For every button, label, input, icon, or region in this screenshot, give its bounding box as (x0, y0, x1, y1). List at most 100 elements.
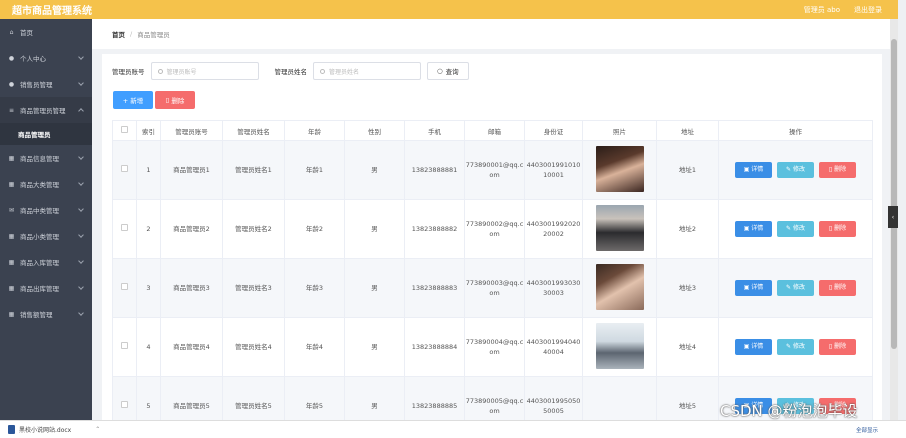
cell-address: 地址3 (656, 258, 719, 318)
edit-icon: ✎ (786, 225, 793, 232)
sidebar-item-stock-in[interactable]: ▦ 商品入库管理 (0, 249, 92, 275)
cell-name: 管理员姓名2 (222, 199, 285, 259)
edit-button[interactable]: ✎ 修改 (777, 339, 814, 355)
logout-link[interactable]: 退出登录 (854, 5, 882, 15)
chevron-down-icon (78, 54, 84, 60)
chevron-down-icon (78, 310, 84, 316)
sidebar-item-home[interactable]: ⌂ 首页 (0, 19, 92, 45)
cell-idcard: 440300199404040004 (524, 317, 583, 377)
cell-account: 商品管理员1 (160, 140, 223, 200)
cell-phone: 13823888881 (404, 140, 465, 200)
cell-address: 地址2 (656, 199, 719, 259)
batch-delete-button[interactable]: ▯ 删除 (155, 91, 195, 109)
row-checkbox[interactable] (121, 342, 128, 349)
cell-account: 商品管理员4 (160, 317, 223, 377)
search-icon: ○ (437, 67, 443, 75)
cell-account: 商品管理员3 (160, 258, 223, 318)
row-checkbox[interactable] (121, 165, 128, 172)
search-icon (320, 68, 325, 74)
edit-button[interactable]: ✎ 修改 (777, 162, 814, 178)
mail-icon: ✉ (8, 206, 15, 214)
chevron-up-icon (78, 108, 84, 114)
cell-idcard: 440300199202020002 (524, 199, 583, 259)
grid-icon: ▦ (8, 284, 15, 292)
select-all-cell[interactable] (112, 120, 137, 141)
col-header: 管理员姓名 (222, 120, 285, 141)
sidebar-item-product-info[interactable]: ▦ 商品信息管理 (0, 145, 92, 171)
row-checkbox[interactable] (121, 224, 128, 231)
avatar-photo (595, 322, 644, 369)
edit-button[interactable]: ✎ 修改 (777, 280, 814, 296)
edit-icon: ✎ (786, 284, 793, 291)
search-bar: 管理员账号 管理员账号 管理员姓名 管理员姓名 ○ 查询 (112, 62, 469, 80)
delete-button[interactable]: ▯ 删除 (819, 162, 856, 178)
cell-phone: 13823888882 (404, 199, 465, 259)
select-all-checkbox[interactable] (121, 126, 128, 133)
cell-age: 年龄2 (284, 199, 345, 259)
detail-button[interactable]: ▣ 详情 (735, 280, 772, 296)
breadcrumb-home[interactable]: 首页 (112, 29, 125, 39)
add-button[interactable]: + 新增 (113, 91, 153, 109)
sidebar-subitem-product-admin[interactable]: 商品管理员 (0, 123, 92, 145)
col-header: 管理员账号 (160, 120, 223, 141)
top-header: 超市商品管理系统 管理员 abo 退出登录 (0, 0, 898, 19)
home-icon: ⌂ (9, 28, 14, 36)
show-all-link[interactable]: 全部显示 (856, 426, 878, 434)
cell-email: 773890003@qq.com (464, 258, 525, 318)
avatar-photo (595, 263, 644, 310)
grid-icon: ▦ (8, 180, 15, 188)
chevron-down-icon (78, 154, 84, 160)
detail-button[interactable]: ▣ 详情 (735, 162, 772, 178)
download-filename: 黑校小说网站.docx (19, 427, 72, 434)
list-panel: 管理员账号 管理员账号 管理员姓名 管理员姓名 ○ 查询 + 新增 ▯ 删除 索… (102, 54, 882, 436)
chevron-down-icon (78, 232, 84, 238)
download-item[interactable]: 黑校小说网站.docx ⌃ (0, 425, 100, 434)
side-panel-toggle[interactable]: ‹ (888, 206, 898, 228)
col-header: 邮箱 (464, 120, 525, 141)
account-search-input[interactable]: 管理员账号 (150, 62, 259, 80)
scrollbar-thumb[interactable] (891, 39, 897, 349)
detail-button[interactable]: ▣ 详情 (735, 339, 772, 355)
cell-email: 773890004@qq.com (464, 317, 525, 377)
edit-icon: ✎ (786, 166, 793, 173)
sidebar-item-profile[interactable]: ● 个人中心 (0, 45, 92, 71)
col-header: 照片 (582, 120, 657, 141)
delete-button[interactable]: ▯ 删除 (819, 280, 856, 296)
cell-name: 管理员姓名4 (222, 317, 285, 377)
row-checkbox[interactable] (121, 401, 128, 408)
cell-age: 年龄1 (284, 140, 345, 200)
row-checkbox[interactable] (121, 283, 128, 290)
sidebar-item-category-small[interactable]: ▦ 商品小类管理 (0, 223, 92, 249)
cell-index: 1 (136, 140, 161, 200)
cell-email: 773890001@qq.com (464, 140, 525, 200)
chevron-down-icon (78, 180, 84, 186)
delete-button[interactable]: ▯ 删除 (819, 339, 856, 355)
grid-icon: ▦ (8, 154, 15, 162)
sidebar-item-product-admins[interactable]: ≡ 商品管理员管理 (0, 97, 92, 123)
sidebar-item-salesmen[interactable]: ● 销售员管理 (0, 71, 92, 97)
detail-button[interactable]: ▣ 详情 (735, 221, 772, 237)
grid-icon: ▦ (8, 258, 15, 266)
col-header: 性别 (344, 120, 405, 141)
watermark: CSDN @粉泡泡毕设 (720, 402, 858, 420)
table-row: 3 商品管理员3 管理员姓名3 年龄3 男 13823888883 773890… (112, 258, 873, 318)
detail-icon: ▣ (743, 343, 752, 350)
cell-address: 地址4 (656, 317, 719, 377)
sidebar-item-sales[interactable]: ▦ 销售额管理 (0, 301, 92, 327)
cell-gender: 男 (344, 199, 405, 259)
delete-button[interactable]: ▯ 删除 (819, 221, 856, 237)
chevron-up-icon[interactable]: ⌃ (95, 426, 100, 433)
sidebar-item-stock-out[interactable]: ▦ 商品出库管理 (0, 275, 92, 301)
sidebar-item-category-medium[interactable]: ✉ 商品中类管理 (0, 197, 92, 223)
action-bar: + 新增 ▯ 删除 (113, 91, 195, 109)
main-content: 首页 / 商品管理员 管理员账号 管理员账号 管理员姓名 管理员姓名 ○ 查询 … (92, 19, 890, 436)
name-search-input[interactable]: 管理员姓名 (313, 62, 421, 80)
search-button[interactable]: ○ 查询 (427, 62, 469, 80)
detail-icon: ▣ (743, 225, 752, 232)
edit-button[interactable]: ✎ 修改 (777, 221, 814, 237)
account-placeholder: 管理员账号 (166, 68, 197, 76)
account-label: 管理员账号 (112, 68, 145, 76)
sidebar-item-category-large[interactable]: ▦ 商品大类管理 (0, 171, 92, 197)
breadcrumb-current: 商品管理员 (137, 31, 170, 39)
download-bar: 黑校小说网站.docx ⌃ 全部显示 (0, 420, 906, 438)
